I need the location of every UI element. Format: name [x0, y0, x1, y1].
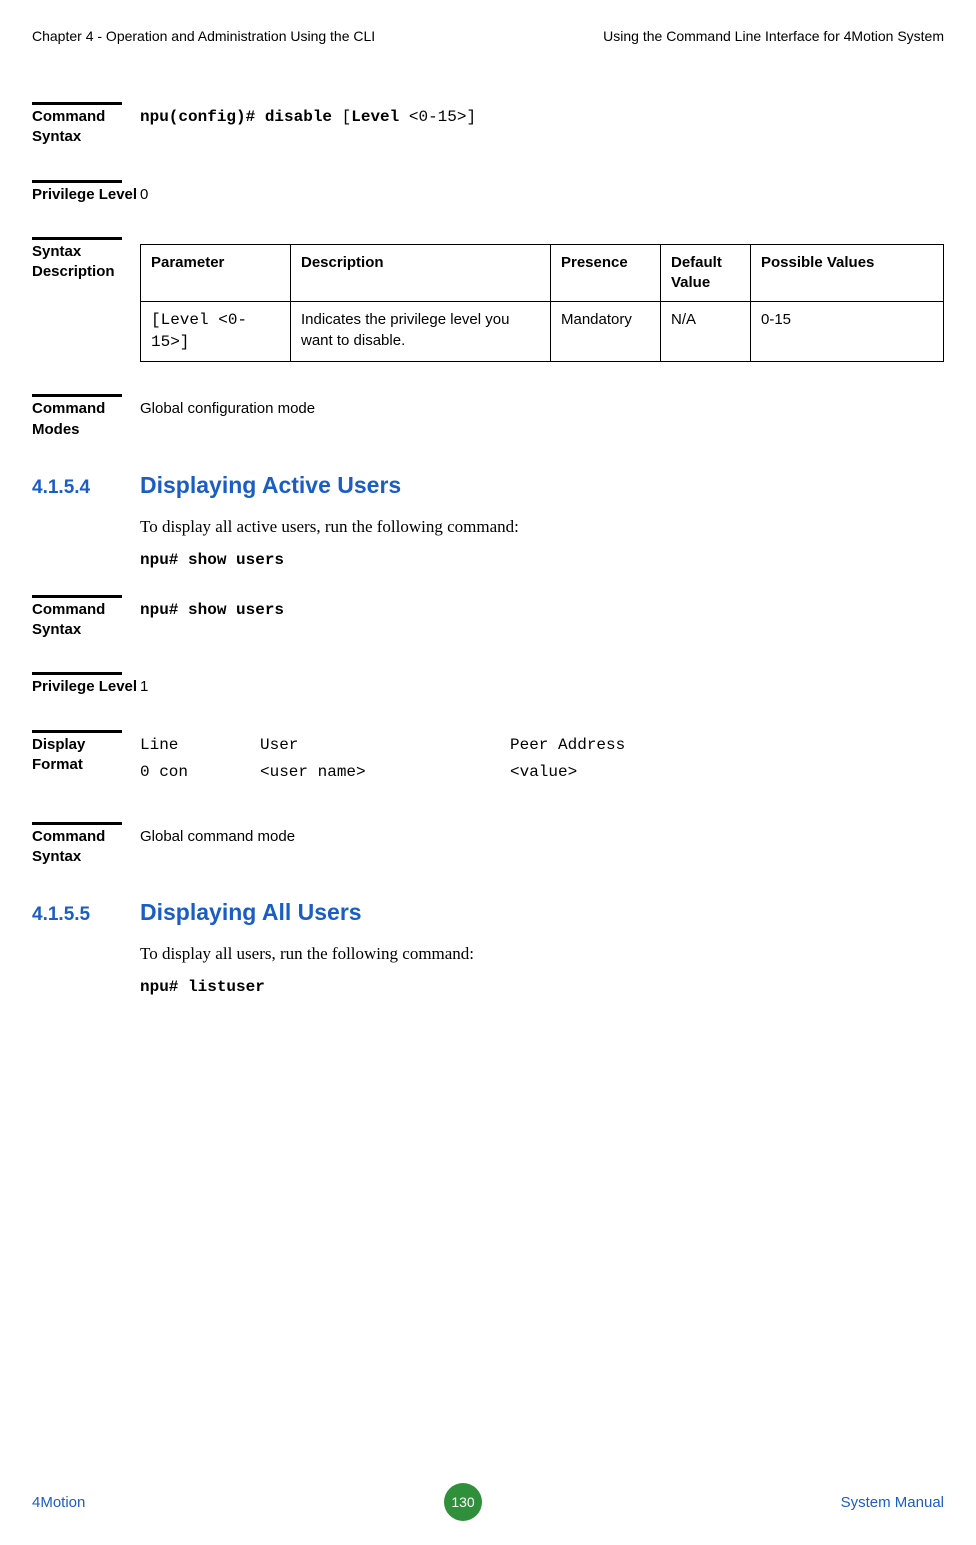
section-heading-2: 4.1.5.5 Displaying All Users [32, 899, 944, 926]
command-modes-value: Global configuration mode [140, 399, 944, 419]
heading-number: 4.1.5.5 [32, 904, 140, 926]
df-user-value: <user name> [260, 762, 510, 784]
section-heading-1: 4.1.5.4 Displaying Active Users [32, 472, 944, 499]
label-privilege-level: Privilege Level [32, 185, 140, 205]
header-right: Using the Command Line Interface for 4Mo… [603, 28, 944, 44]
page-number-badge: 130 [444, 1483, 482, 1521]
footer-right: System Manual [841, 1494, 944, 1511]
heading-title: Displaying All Users [140, 899, 362, 926]
label-syntax-description: Syntax Description [32, 242, 140, 283]
table-row: [Level <0-15>] Indicates the privilege l… [141, 302, 944, 362]
command-syntax-block-3: Command Syntax Global command mode [32, 822, 944, 868]
df-user-header: User [260, 735, 510, 757]
section-paragraph: To display all users, run the following … [140, 944, 944, 964]
label-command-syntax: Command Syntax [32, 827, 140, 868]
label-command-modes: Command Modes [32, 399, 140, 440]
label-command-syntax: Command Syntax [32, 600, 140, 641]
display-format-value: LineUserPeer Address 0 con<user name><va… [140, 735, 944, 790]
command-syntax-value-2: npu# show users [140, 601, 284, 619]
privilege-level-value-1: 0 [140, 185, 944, 205]
page-footer: 4Motion 130 System Manual [32, 1483, 944, 1521]
section-paragraph: To display all active users, run the fol… [140, 517, 944, 537]
divider [32, 180, 122, 183]
syntax-description-table: Parameter Description Presence Default V… [140, 244, 944, 363]
label-display-format: Display Format [32, 735, 140, 776]
cmd-part: npu(config)# disable [140, 108, 342, 126]
command-syntax-value-3: Global command mode [140, 827, 944, 847]
header-left: Chapter 4 - Operation and Administration… [32, 28, 375, 44]
cmd-part: <0-15>] [409, 108, 476, 126]
command-modes-block: Command Modes Global configuration mode [32, 394, 944, 440]
th-default-value: Default Value [661, 244, 751, 302]
syntax-description-block: Syntax Description Parameter Description… [32, 237, 944, 363]
divider [32, 672, 122, 675]
divider [32, 102, 122, 105]
df-line-value: 0 con [140, 762, 260, 784]
cmd-part: Level [351, 108, 409, 126]
divider [32, 822, 122, 825]
display-format-block: Display Format LineUserPeer Address 0 co… [32, 730, 944, 790]
th-parameter: Parameter [141, 244, 291, 302]
display-format-data-row: 0 con<user name><value> [140, 762, 944, 784]
heading-number: 4.1.5.4 [32, 477, 140, 499]
table-header-row: Parameter Description Presence Default V… [141, 244, 944, 302]
privilege-level-value-2: 1 [140, 677, 944, 697]
df-line-header: Line [140, 735, 260, 757]
divider [32, 595, 122, 598]
cmd-part: [ [342, 108, 352, 126]
td-presence: Mandatory [551, 302, 661, 362]
td-default: N/A [661, 302, 751, 362]
param-code: [Level <0-15>] [151, 311, 247, 351]
td-description: Indicates the privilege level you want t… [291, 302, 551, 362]
privilege-level-block-1: Privilege Level 0 [32, 180, 944, 205]
section-command: npu# listuser [140, 978, 265, 996]
td-parameter: [Level <0-15>] [141, 302, 291, 362]
th-presence: Presence [551, 244, 661, 302]
display-format-header-row: LineUserPeer Address [140, 735, 944, 757]
td-possible: 0-15 [751, 302, 944, 362]
command-syntax-block-2: Command Syntax npu# show users [32, 595, 944, 641]
page-header: Chapter 4 - Operation and Administration… [32, 28, 944, 44]
divider [32, 394, 122, 397]
th-description: Description [291, 244, 551, 302]
divider [32, 237, 122, 240]
divider [32, 730, 122, 733]
section-command: npu# show users [140, 551, 284, 569]
th-possible-values: Possible Values [751, 244, 944, 302]
label-command-syntax: Command Syntax [32, 107, 140, 148]
df-peer-value: <value> [510, 762, 577, 784]
label-privilege-level: Privilege Level [32, 677, 140, 697]
heading-title: Displaying Active Users [140, 472, 401, 499]
command-syntax-block-1: Command Syntax npu(config)# disable [Lev… [32, 102, 944, 148]
df-peer-header: Peer Address [510, 735, 625, 757]
command-syntax-value-1: npu(config)# disable [Level <0-15>] [140, 107, 944, 129]
privilege-level-block-2: Privilege Level 1 [32, 672, 944, 697]
footer-left: 4Motion [32, 1494, 85, 1511]
